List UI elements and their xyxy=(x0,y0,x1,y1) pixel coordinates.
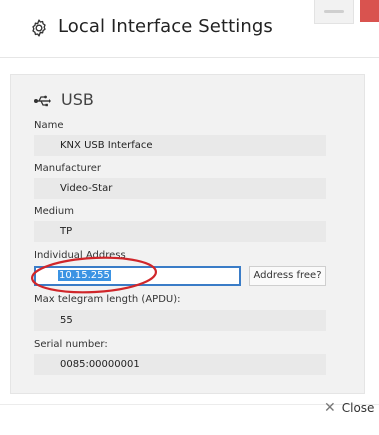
usb-section-title: USB xyxy=(61,90,94,109)
header-divider xyxy=(0,57,379,58)
apdu-value: 55 xyxy=(34,310,326,331)
name-label: Name xyxy=(34,120,64,131)
serial-number-value: 0085:00000001 xyxy=(34,354,326,375)
serial-number-label: Serial number: xyxy=(34,339,108,350)
address-free-button[interactable]: Address free? xyxy=(249,266,326,286)
close-button[interactable]: ✕ Close xyxy=(324,400,374,416)
medium-value: TP xyxy=(34,221,326,242)
apdu-label: Max telegram length (APDU): xyxy=(34,294,181,305)
window-close-button[interactable] xyxy=(360,0,379,22)
individual-address-label: Individual Address xyxy=(34,250,126,261)
manufacturer-value: Video-Star xyxy=(34,178,326,199)
minimize-button[interactable] xyxy=(314,0,354,24)
local-interface-settings-dialog: Local Interface Settings USB Name KNX US… xyxy=(0,0,379,435)
name-value: KNX USB Interface xyxy=(34,135,326,156)
gear-icon xyxy=(32,19,46,37)
dialog-title: Local Interface Settings xyxy=(58,16,273,37)
individual-address-value: 10.15.255 xyxy=(58,270,111,281)
individual-address-input[interactable]: 10.15.255 xyxy=(34,266,241,286)
medium-label: Medium xyxy=(34,206,74,217)
close-label: Close xyxy=(341,401,375,415)
manufacturer-label: Manufacturer xyxy=(34,163,101,174)
footer-divider xyxy=(0,404,379,405)
usb-icon xyxy=(34,95,51,107)
close-icon: ✕ xyxy=(324,400,336,416)
